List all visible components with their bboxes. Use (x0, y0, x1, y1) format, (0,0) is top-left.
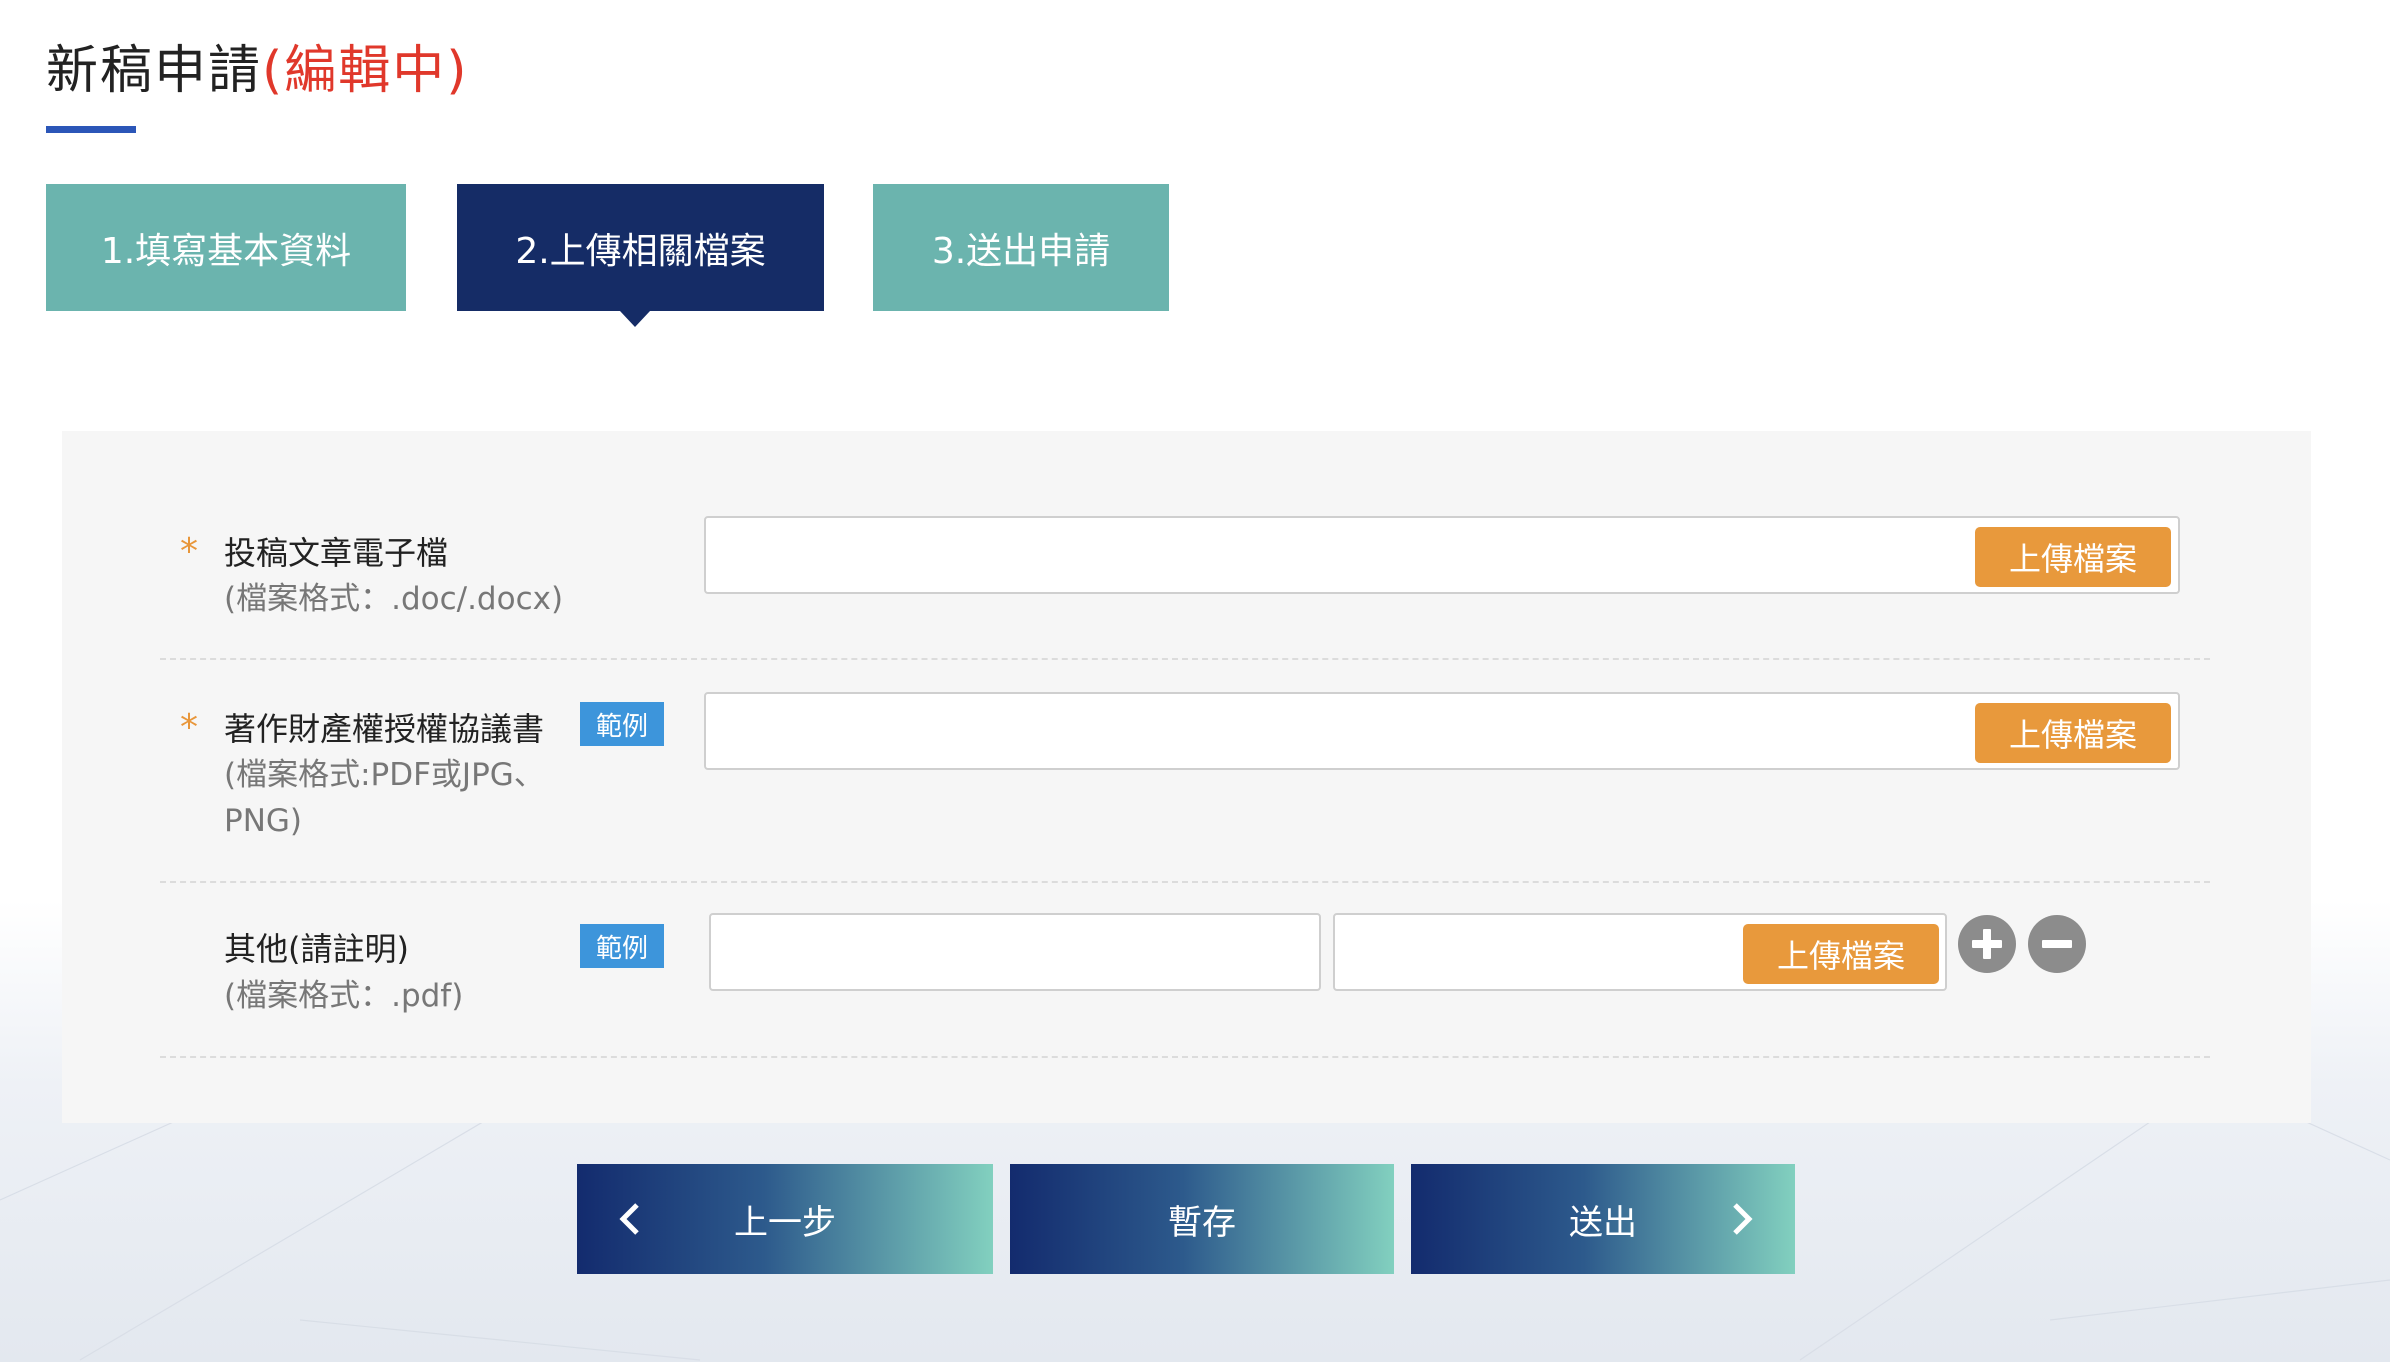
upload-copyright-button[interactable]: 上傳檔案 (1975, 703, 2171, 763)
page-title-text: 新稿申請 (46, 41, 263, 101)
save-draft-button[interactable]: 暫存 (1010, 1164, 1394, 1274)
example-button[interactable]: 範例 (580, 924, 664, 968)
copyright-agreement-field[interactable] (704, 692, 2180, 770)
step-2-upload-files[interactable]: 2.上傳相關檔案 (457, 184, 824, 311)
step-3-submit[interactable]: 3.送出申請 (873, 184, 1169, 311)
page-status: (編輯中) (262, 41, 469, 101)
required-star: * (180, 531, 198, 572)
upload-other-button[interactable]: 上傳檔案 (1743, 924, 1939, 984)
active-step-pointer (620, 311, 650, 327)
copyright-format-hint-line2: PNG) (224, 803, 302, 839)
other-file-format-hint: (檔案格式：.pdf) (224, 978, 464, 1014)
article-file-format-hint: (檔案格式：.doc/.docx) (224, 581, 564, 617)
step-label: 2.上傳相關檔案 (515, 230, 766, 272)
other-file-label: 其他(請註明) (224, 930, 409, 968)
upload-article-button[interactable]: 上傳檔案 (1975, 527, 2171, 587)
page-title: 新稿申請(編輯中) (46, 36, 469, 106)
chevron-left-icon (619, 1203, 639, 1235)
article-file-label: 投稿文章電子檔 (224, 534, 449, 572)
copyright-agreement-label: 著作財產權授權協議書 (224, 710, 545, 748)
copyright-format-hint-line1: (檔案格式:PDF或JPG、 (224, 757, 545, 793)
minus-circle-icon[interactable] (2028, 915, 2086, 973)
article-file-field[interactable] (704, 516, 2180, 594)
title-underline (46, 126, 136, 133)
chevron-right-icon (1733, 1203, 1753, 1235)
example-button[interactable]: 範例 (580, 702, 664, 746)
submit-label: 送出 (1569, 1202, 1637, 1243)
step-label: 1.填寫基本資料 (100, 230, 352, 272)
step-1-basic-info[interactable]: 1.填寫基本資料 (46, 184, 406, 311)
other-note-input[interactable] (709, 913, 1321, 991)
plus-circle-icon[interactable] (1958, 915, 2016, 973)
prev-step-label: 上一步 (734, 1202, 836, 1243)
submit-button[interactable]: 送出 (1411, 1164, 1795, 1274)
required-star: * (180, 707, 198, 748)
prev-step-button[interactable]: 上一步 (577, 1164, 993, 1274)
step-label: 3.送出申請 (931, 230, 1111, 272)
save-draft-label: 暫存 (1168, 1202, 1236, 1243)
